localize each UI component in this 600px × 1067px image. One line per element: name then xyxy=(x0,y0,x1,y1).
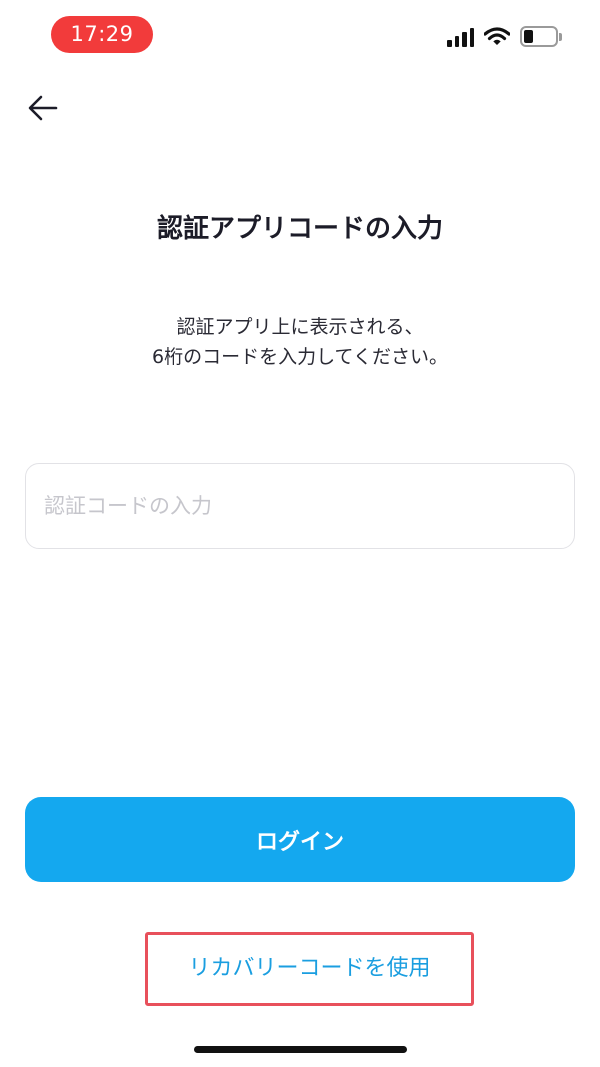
status-time: 17:29 xyxy=(51,16,153,53)
cellular-signal-icon xyxy=(447,27,474,47)
instructions-text: 認証アプリ上に表示される、 6桁のコードを入力してください。 xyxy=(0,312,600,372)
instruction-line-2: 6桁のコードを入力してください。 xyxy=(152,346,448,368)
status-icons xyxy=(447,26,562,47)
login-button[interactable]: ログイン xyxy=(25,797,575,882)
home-indicator xyxy=(194,1046,407,1053)
arrow-left-icon xyxy=(28,95,58,121)
auth-code-input[interactable] xyxy=(25,463,575,549)
battery-icon xyxy=(520,26,562,47)
page-title: 認証アプリコードの入力 xyxy=(156,214,443,244)
use-recovery-code-link[interactable]: リカバリーコードを使用 xyxy=(148,935,471,1003)
instruction-line-1: 認証アプリ上に表示される、 xyxy=(176,316,424,338)
back-button[interactable] xyxy=(24,88,64,128)
status-bar: 17:29 xyxy=(0,0,600,70)
wifi-icon xyxy=(484,26,510,45)
